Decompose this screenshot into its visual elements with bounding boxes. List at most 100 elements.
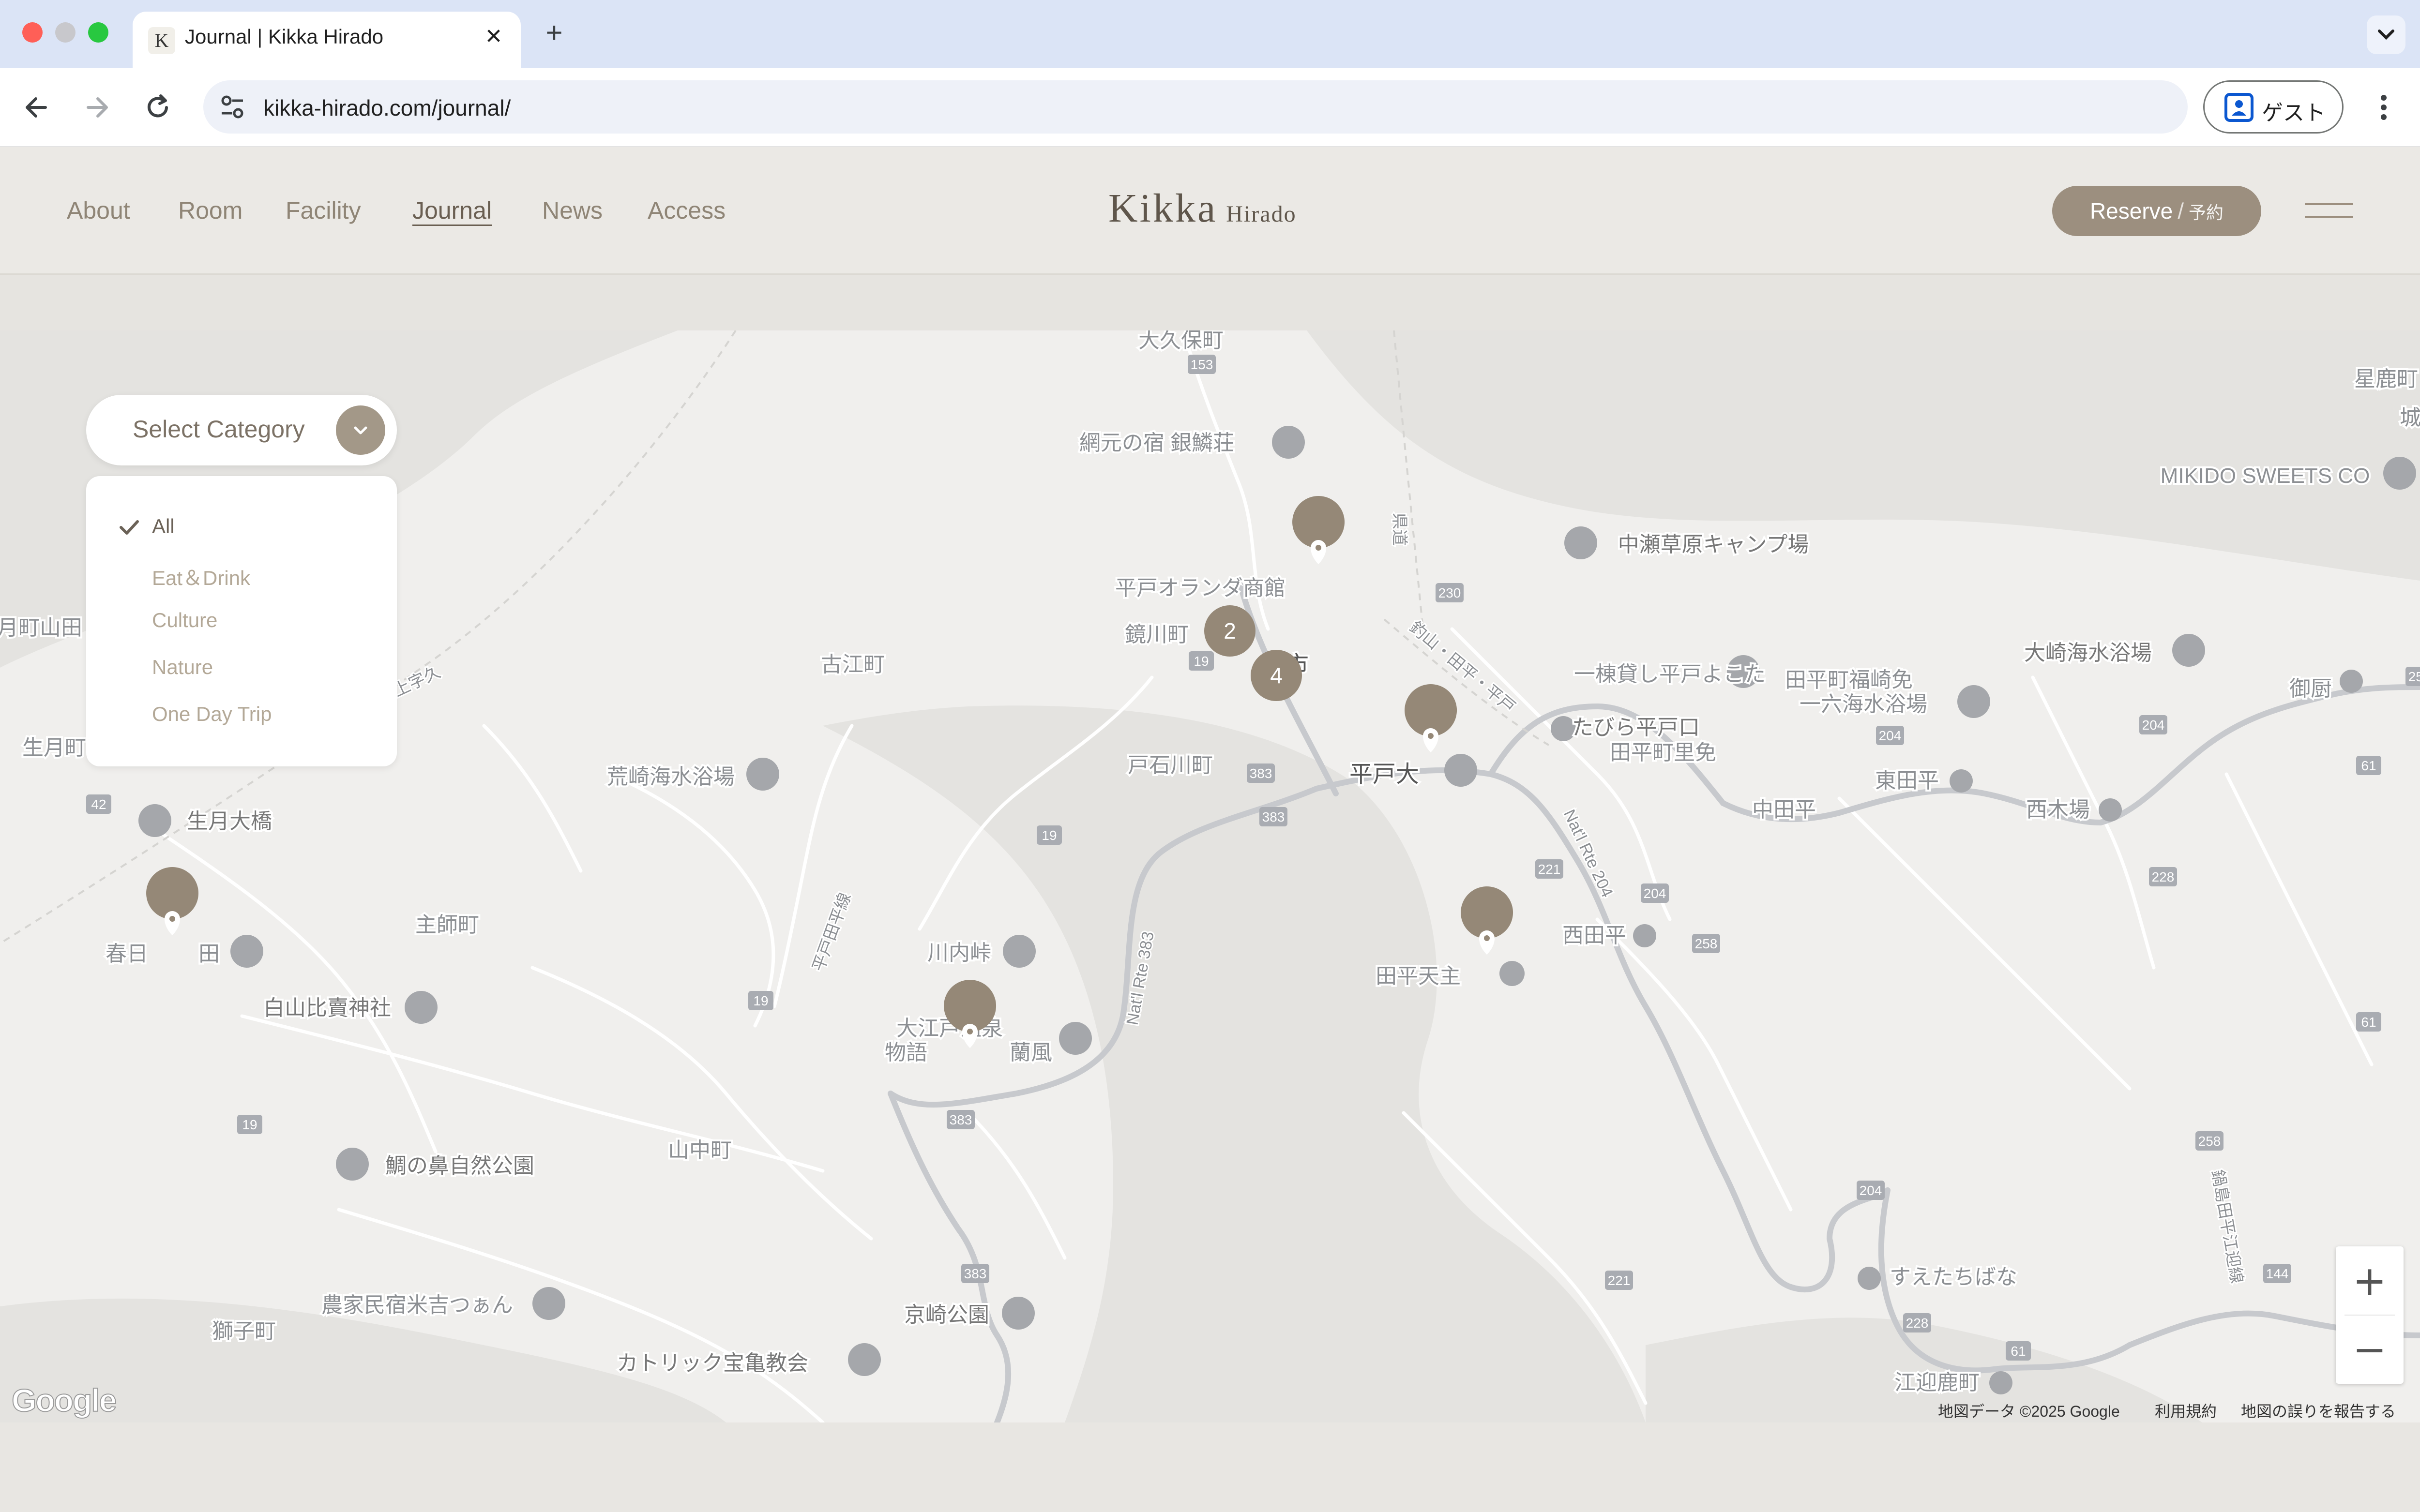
reload-button[interactable]	[138, 88, 177, 127]
category-dropdown-toggle[interactable]	[336, 405, 385, 455]
category-select-label: Select Category	[133, 416, 305, 443]
svg-text:県道: 県道	[1390, 513, 1408, 546]
nav-journal[interactable]: Journal	[412, 196, 492, 225]
svg-text:230: 230	[1438, 585, 1461, 600]
forward-button[interactable]	[77, 88, 116, 127]
category-option-culture[interactable]: Culture	[152, 609, 217, 632]
svg-text:京崎公園: 京崎公園	[904, 1303, 989, 1327]
map-attribution: 地図データ ©2025 Google	[1938, 1403, 2120, 1420]
page-footer-strip	[0, 1422, 2420, 1512]
svg-text:西木場: 西木場	[2026, 798, 2090, 822]
svg-text:江迎鹿町: 江迎鹿町	[1894, 1371, 1980, 1394]
svg-text:383: 383	[950, 1112, 972, 1127]
map-cluster-marker[interactable]: 4	[1251, 650, 1302, 701]
back-button[interactable]	[17, 88, 56, 127]
svg-text:一六海水浴場: 一六海水浴場	[1800, 692, 1927, 716]
person-icon	[2224, 93, 2254, 122]
map-zoom-controls: + −	[2336, 1246, 2404, 1384]
svg-text:19: 19	[242, 1117, 257, 1132]
svg-text:144: 144	[2266, 1266, 2289, 1281]
svg-text:一棟貸し平戸よこた: 一棟貸し平戸よこた	[1574, 662, 1766, 686]
svg-text:383: 383	[964, 1266, 987, 1281]
svg-text:250: 250	[2408, 669, 2420, 684]
nav-news[interactable]: News	[542, 196, 603, 225]
logo-sub-text: Hirado	[1226, 201, 1297, 227]
check-icon	[120, 520, 139, 535]
nav-facility[interactable]: Facility	[286, 196, 361, 225]
svg-text:MIKIDO SWEETS CO: MIKIDO SWEETS CO	[2161, 464, 2370, 488]
profile-button[interactable]: ゲスト	[2203, 80, 2344, 134]
svg-text:61: 61	[2011, 1344, 2026, 1359]
close-window-button[interactable]	[22, 22, 43, 43]
svg-text:228: 228	[2152, 869, 2175, 884]
maximize-window-button[interactable]	[88, 22, 108, 43]
svg-text:204: 204	[1879, 728, 1902, 743]
site-logo[interactable]: Kikka Hirado	[1108, 185, 1297, 232]
forward-arrow-icon	[87, 97, 108, 118]
svg-text:平戸大: 平戸大	[1349, 762, 1419, 787]
svg-text:上字久: 上字久	[391, 663, 443, 701]
tab-close-icon[interactable]: ✕	[479, 22, 508, 51]
svg-text:鏡川町: 鏡川町	[1125, 623, 1189, 646]
site-settings-icon[interactable]	[213, 80, 252, 134]
zoom-in-button[interactable]: +	[2336, 1246, 2404, 1315]
svg-text:19: 19	[1194, 654, 1209, 669]
svg-text:中瀬草原キャンプ場: 中瀬草原キャンプ場	[1618, 533, 1809, 556]
svg-text:星鹿町: 星鹿町	[2354, 367, 2418, 391]
svg-text:田平町里免: 田平町里免	[1610, 741, 1716, 764]
category-option-all[interactable]: All	[152, 515, 175, 538]
zoom-out-button[interactable]: −	[2336, 1315, 2404, 1384]
category-select[interactable]: Select Category	[86, 395, 397, 465]
svg-text:たびら平戸口: たびら平戸口	[1572, 716, 1700, 739]
nav-room[interactable]: Room	[178, 196, 242, 225]
tab-search-button[interactable]	[2367, 15, 2405, 54]
category-menu: All Eat＆Drink Culture Nature One Day Tri…	[86, 476, 397, 766]
new-tab-button[interactable]: +	[537, 17, 571, 51]
svg-text:物語: 物語	[885, 1041, 927, 1064]
reserve-label: Reserve	[2089, 198, 2173, 224]
svg-text:383: 383	[1250, 766, 1272, 781]
svg-text:荒崎海水浴場: 荒崎海水浴場	[607, 765, 735, 789]
svg-text:生月大橋: 生月大橋	[187, 809, 272, 833]
minimize-window-button[interactable]	[55, 22, 76, 43]
svg-text:田平町福崎免: 田平町福崎免	[1785, 668, 1913, 692]
svg-text:228: 228	[1906, 1316, 1929, 1331]
svg-text:19: 19	[753, 993, 768, 1008]
svg-text:221: 221	[1608, 1273, 1631, 1288]
tab-title: Journal | Kikka Hirado	[185, 25, 384, 48]
svg-text:204: 204	[2142, 718, 2165, 733]
svg-text:獅子町: 獅子町	[212, 1319, 276, 1343]
browser-tab[interactable]: K Journal | Kikka Hirado ✕	[133, 12, 521, 69]
category-option-eat-drink[interactable]: Eat＆Drink	[152, 562, 250, 591]
svg-text:生月町: 生月町	[22, 736, 86, 760]
browser-menu-button[interactable]	[2367, 88, 2401, 127]
svg-text:大久保町: 大久保町	[1138, 330, 1224, 352]
svg-text:主師町: 主師町	[415, 913, 479, 937]
category-option-one-day-trip[interactable]: One Day Trip	[152, 703, 272, 726]
svg-text:田平天主: 田平天主	[1376, 964, 1461, 988]
google-logo[interactable]: Google	[11, 1382, 117, 1419]
reserve-button[interactable]: Reserve / 予約	[2052, 186, 2261, 236]
map-cluster-marker[interactable]: 2	[1204, 605, 1255, 657]
report-error-link[interactable]: 地図の誤りを報告する	[2241, 1400, 2396, 1422]
svg-text:61: 61	[2361, 1015, 2376, 1030]
category-option-nature[interactable]: Nature	[152, 656, 213, 679]
terms-link[interactable]: 利用規約	[2155, 1400, 2217, 1422]
nav-about[interactable]: About	[67, 196, 130, 225]
menu-button[interactable]	[2305, 201, 2353, 221]
hamburger-icon	[2305, 203, 2353, 205]
svg-text:古江町: 古江町	[821, 653, 885, 676]
address-bar[interactable]: kikka-hirado.com/journal/	[203, 80, 2188, 134]
chevron-down-icon	[354, 426, 367, 434]
site-header: About Room Facility Journal News Access …	[0, 147, 2420, 275]
svg-text:東田平: 東田平	[1875, 769, 1939, 793]
nav-access[interactable]: Access	[648, 196, 726, 225]
svg-text:258: 258	[2198, 1134, 2221, 1149]
svg-text:山中町: 山中町	[668, 1138, 732, 1162]
svg-text:383: 383	[1262, 809, 1285, 824]
svg-text:御厨: 御厨	[2289, 677, 2332, 701]
reserve-label-jp: 予約	[2189, 203, 2224, 223]
browser-tab-bar: K Journal | Kikka Hirado ✕ +	[0, 0, 2420, 69]
svg-text:白山比賣神社: 白山比賣神社	[263, 996, 391, 1020]
svg-text:西田平: 西田平	[1562, 924, 1626, 947]
